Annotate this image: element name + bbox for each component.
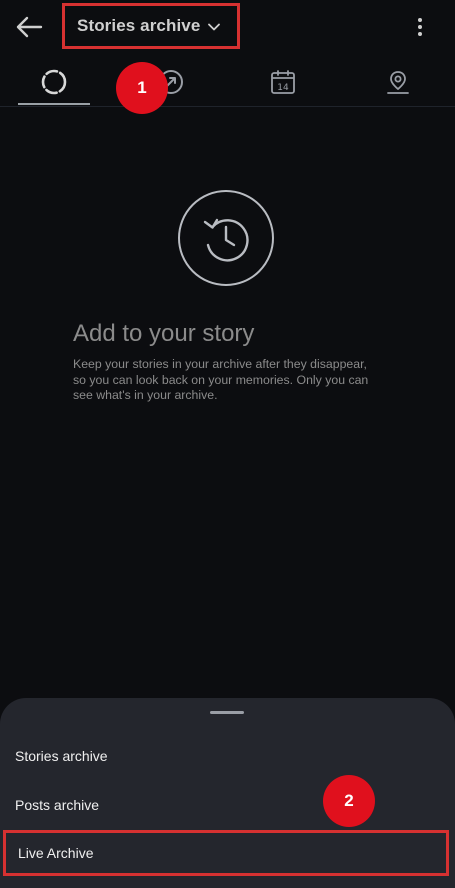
more-vertical-icon xyxy=(418,18,422,36)
sheet-drag-handle[interactable] xyxy=(210,711,244,714)
chevron-down-icon xyxy=(208,23,221,31)
more-options-button[interactable] xyxy=(405,12,435,42)
page-title: Stories archive xyxy=(77,16,201,35)
back-button[interactable] xyxy=(12,10,46,44)
top-bar: Stories archive xyxy=(0,0,455,56)
step-badge-2: 2 xyxy=(323,775,375,827)
calendar-date-label: 14 xyxy=(277,83,289,93)
step-badge-1: 1 xyxy=(116,62,168,114)
empty-state-description: Keep your stories in your archive after … xyxy=(73,357,369,402)
option-label: Stories archive xyxy=(15,748,108,764)
arrow-left-icon xyxy=(16,16,43,38)
archive-tabs: 14 xyxy=(0,58,455,107)
tab-map[interactable] xyxy=(362,58,434,106)
tab-calendar[interactable]: 14 xyxy=(247,58,319,106)
empty-state-title: Add to your story xyxy=(73,320,255,347)
option-label: Posts archive xyxy=(15,797,100,813)
option-live-archive[interactable]: Live Archive xyxy=(3,830,449,876)
story-ring-icon xyxy=(41,69,67,95)
map-pin-icon xyxy=(387,71,409,94)
tab-stories[interactable] xyxy=(18,58,90,106)
calendar-icon: 14 xyxy=(271,70,295,94)
archive-options-sheet: Stories archive Posts archive Live Archi… xyxy=(0,698,455,888)
option-posts-archive[interactable]: Posts archive xyxy=(0,782,455,828)
option-stories-archive[interactable]: Stories archive xyxy=(0,733,455,779)
history-icon xyxy=(178,190,274,286)
archive-type-dropdown[interactable]: Stories archive xyxy=(62,3,240,49)
selected-tab-indicator xyxy=(18,103,90,105)
option-label: Live Archive xyxy=(18,845,94,861)
